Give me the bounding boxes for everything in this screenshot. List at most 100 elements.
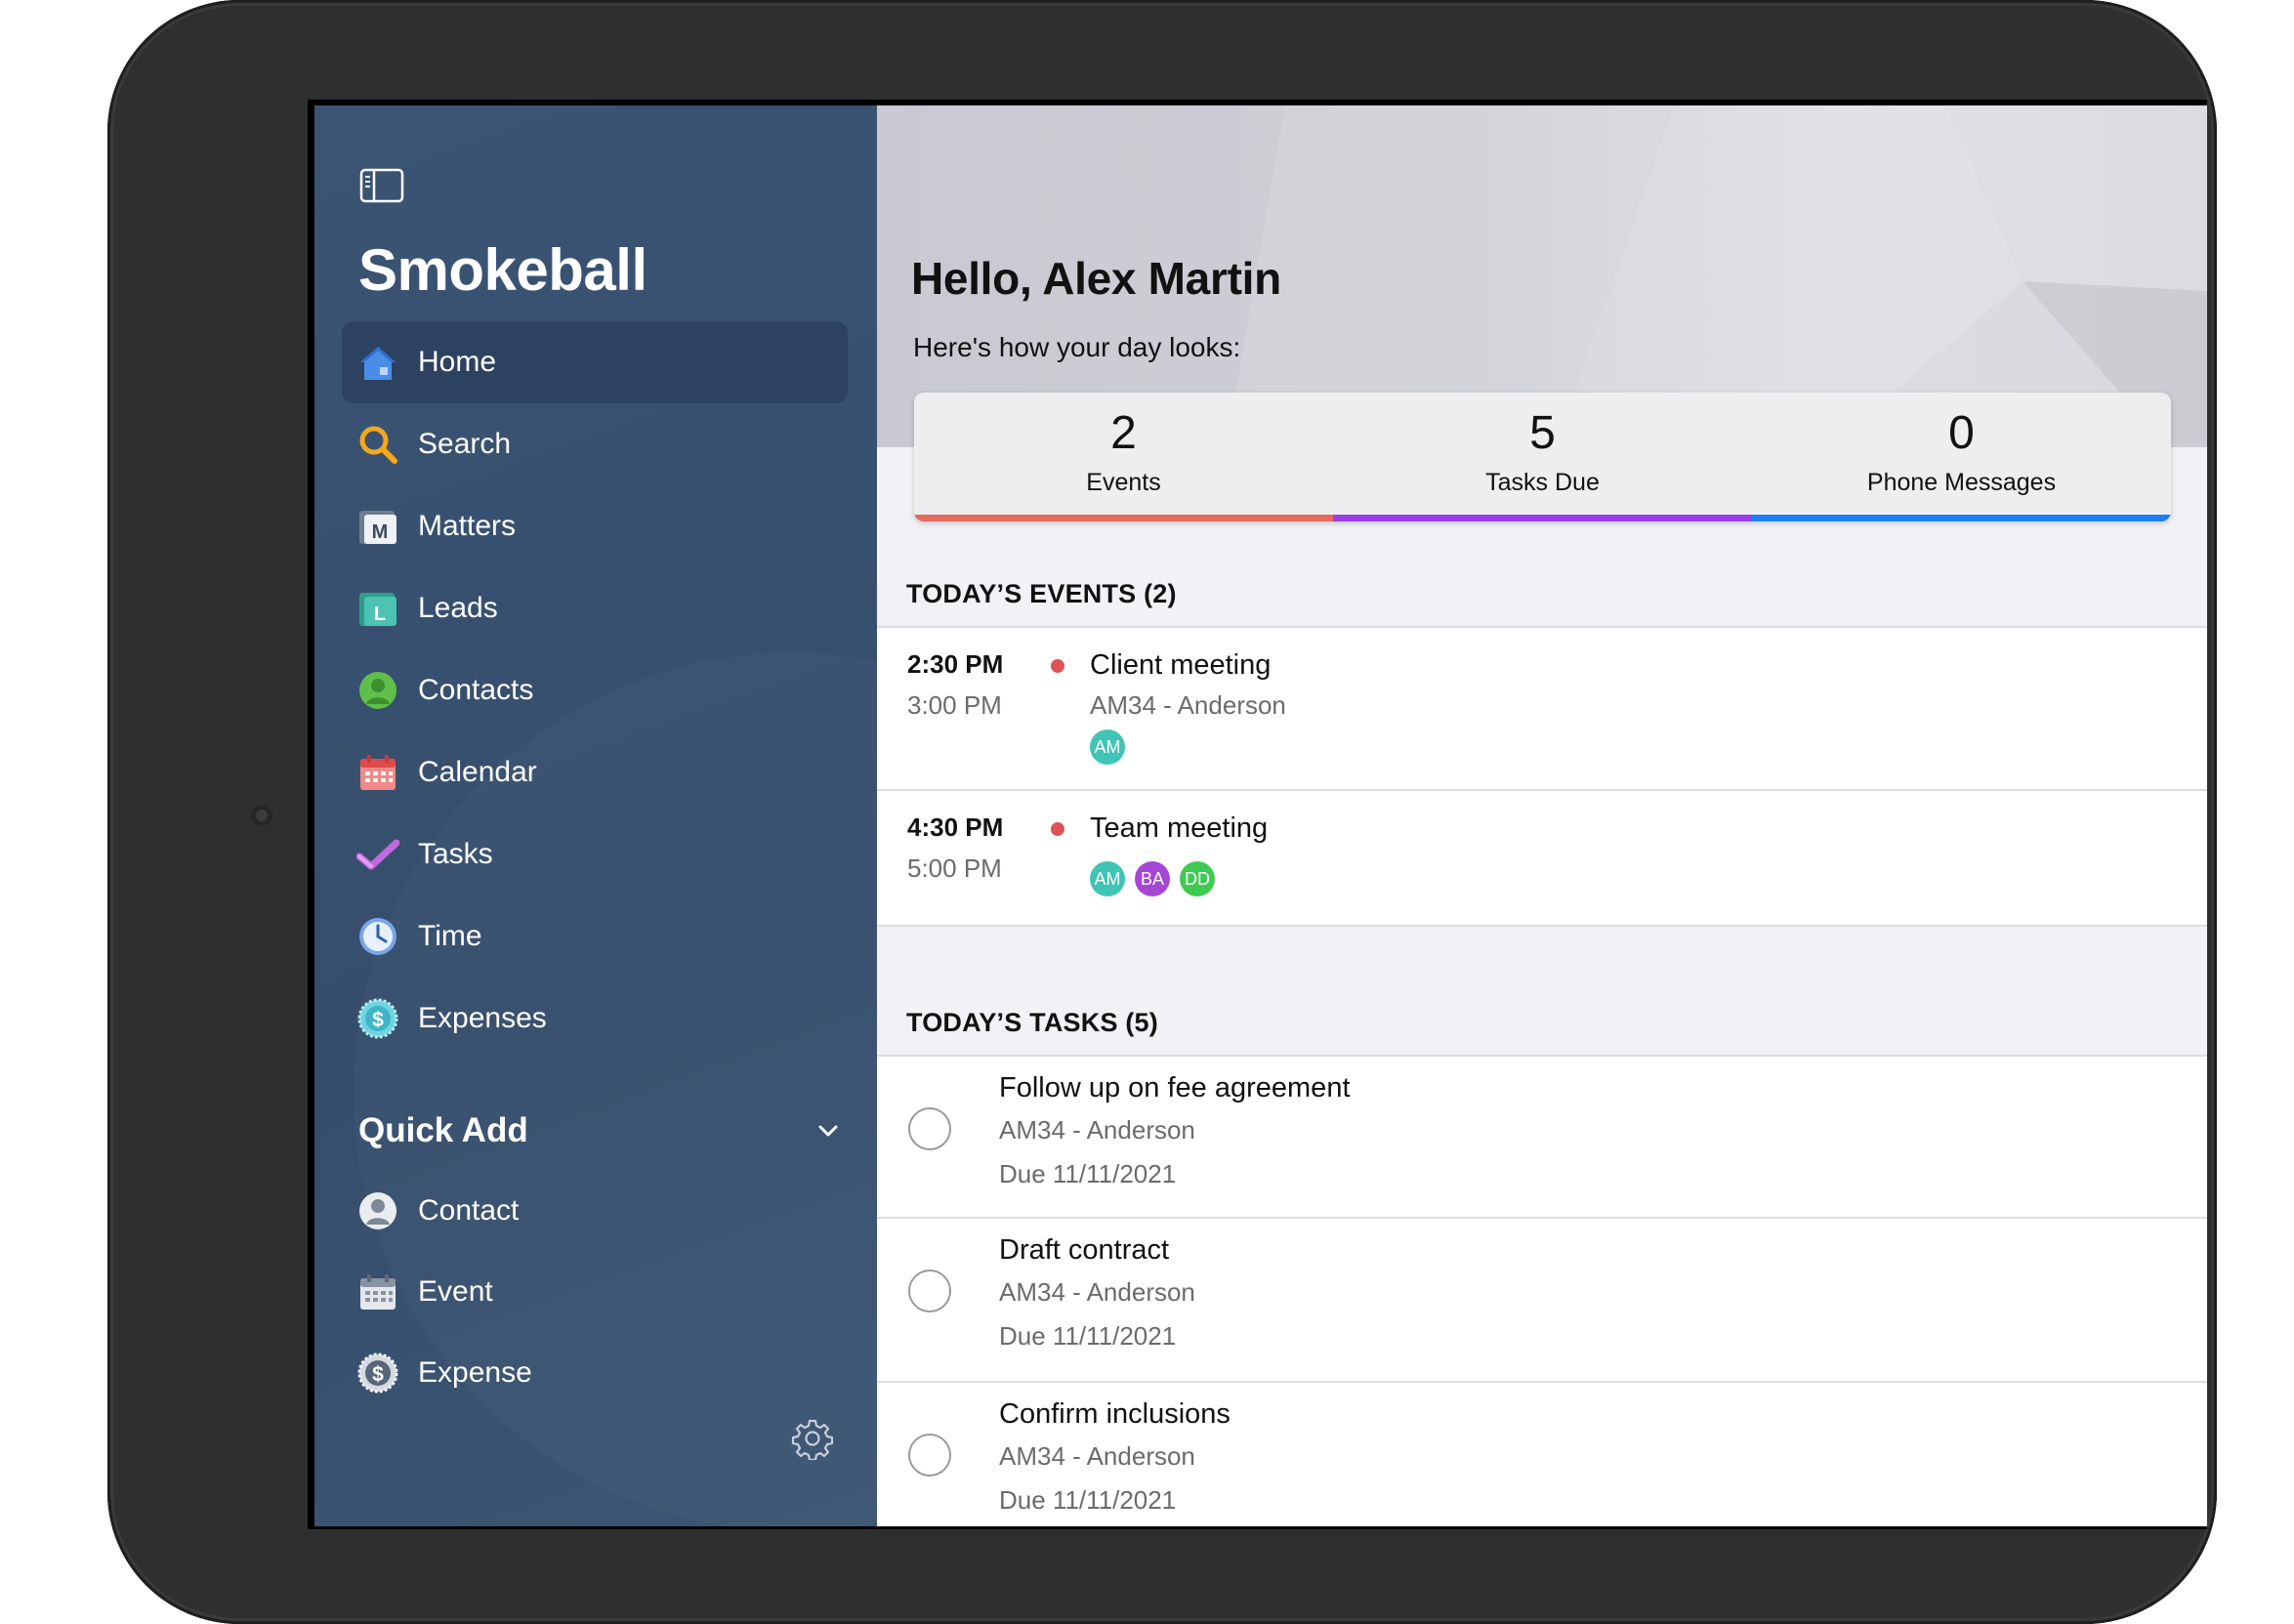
task-checkbox[interactable] (908, 1434, 951, 1477)
avatar: DD (1180, 861, 1215, 896)
main-panel: Hello, Alex Martin Here's how your day l… (877, 105, 2207, 1526)
event-row-team-meeting[interactable]: 4:30 PM 5:00 PM Team meeting AM BA DD (877, 791, 2207, 927)
sidebar-item-contacts[interactable]: Contacts (342, 649, 848, 731)
matters-icon: M (355, 504, 400, 549)
screen: Smokeball Home Search M Matters L Leads … (308, 100, 2207, 1529)
summary-label: Events (1086, 469, 1161, 496)
quick-add-expense[interactable]: $ Expense (355, 1332, 844, 1413)
task-matter: AM34 - Anderson (999, 1277, 1195, 1307)
event-start-time: 2:30 PM (907, 649, 1004, 679)
avatar: BA (1135, 861, 1170, 896)
task-due-date: Due 11/11/2021 (999, 1321, 1177, 1351)
task-due-date: Due 11/11/2021 (999, 1159, 1177, 1188)
quick-add-title: Quick Add (358, 1111, 528, 1149)
event-icon (355, 1270, 400, 1314)
quick-add-label: Event (418, 1274, 493, 1308)
sidebar: Smokeball Home Search M Matters L Leads … (314, 105, 877, 1526)
sidebar-item-label: Leads (418, 592, 498, 624)
task-title: Confirm inclusions (999, 1398, 1230, 1430)
event-attendees: AM BA DD (1090, 861, 1215, 896)
sidebar-item-label: Calendar (418, 756, 537, 788)
avatar: AM (1090, 729, 1125, 765)
sidebar-item-label: Expenses (418, 1002, 547, 1034)
summary-tasks-due[interactable]: 5 Tasks Due (1333, 393, 1752, 521)
summary-value: 5 (1529, 407, 1556, 459)
summary-bar (914, 515, 1333, 521)
sidebar-item-tasks[interactable]: Tasks (342, 813, 848, 895)
home-icon (355, 340, 400, 385)
events-list: 2:30 PM 3:00 PM Client meeting AM34 - An… (877, 626, 2207, 927)
event-status-dot (1051, 822, 1064, 836)
summary-value: 2 (1110, 407, 1137, 459)
event-row-client-meeting[interactable]: 2:30 PM 3:00 PM Client meeting AM34 - An… (877, 626, 2207, 791)
day-summary-card: 2 Events 5 Tasks Due 0 Phone Messages (914, 393, 2171, 521)
gear-icon[interactable] (791, 1417, 834, 1462)
summary-phone-messages[interactable]: 0 Phone Messages (1752, 393, 2171, 521)
task-checkbox[interactable] (908, 1270, 951, 1312)
svg-text:L: L (374, 604, 386, 625)
sidebar-item-label: Matters (418, 510, 517, 542)
tasks-list: Follow up on fee agreement AM34 - Anders… (877, 1055, 2207, 1526)
task-row[interactable]: Confirm inclusions AM34 - Anderson Due 1… (877, 1383, 2207, 1526)
summary-bar (1333, 515, 1752, 521)
greeting-title: Hello, Alex Martin (911, 253, 1281, 304)
task-row[interactable]: Follow up on fee agreement AM34 - Anders… (877, 1055, 2207, 1219)
sidebar-item-label: Home (418, 346, 497, 378)
quick-add-contact[interactable]: Contact (355, 1170, 844, 1251)
greeting-subtitle: Here's how your day looks: (913, 332, 1241, 362)
task-title: Draft contract (999, 1234, 1170, 1266)
tablet-frame: Smokeball Home Search M Matters L Leads … (107, 0, 2217, 1624)
tasks-icon (355, 832, 400, 877)
sidebar-item-calendar[interactable]: Calendar (342, 731, 848, 813)
sidebar-item-matters[interactable]: M Matters (342, 485, 848, 567)
event-status-dot (1051, 659, 1064, 673)
sidebar-toggle-icon[interactable] (359, 168, 404, 203)
leads-icon: L (355, 586, 400, 631)
brand-title: Smokeball (358, 237, 647, 303)
sidebar-item-search[interactable]: Search (342, 403, 848, 485)
event-end-time: 5:00 PM (907, 854, 1002, 883)
svg-text:M: M (372, 521, 389, 543)
sidebar-item-label: Tasks (418, 838, 493, 870)
quick-add-label: Expense (418, 1355, 532, 1389)
quick-add-list: Contact Event $ Expense (355, 1170, 844, 1413)
expense-icon: $ (355, 1351, 400, 1395)
calendar-icon (355, 750, 400, 795)
sidebar-item-time[interactable]: Time (342, 895, 848, 978)
event-start-time: 4:30 PM (907, 812, 1004, 842)
task-checkbox[interactable] (908, 1107, 951, 1150)
sidebar-item-label: Contacts (418, 674, 534, 706)
task-title: Follow up on fee agreement (999, 1072, 1351, 1103)
event-title: Client meeting (1090, 649, 1272, 681)
sidebar-nav: Home Search M Matters L Leads Contacts C… (342, 321, 848, 1060)
event-matter: AM34 - Anderson (1090, 690, 1286, 720)
search-icon (355, 422, 400, 467)
task-matter: AM34 - Anderson (999, 1441, 1195, 1471)
summary-bar (1752, 515, 2171, 521)
events-section-title: TODAY’S EVENTS (2) (906, 579, 1177, 608)
sidebar-item-label: Search (418, 428, 512, 460)
summary-events[interactable]: 2 Events (914, 393, 1333, 521)
task-matter: AM34 - Anderson (999, 1115, 1195, 1145)
summary-value: 0 (1948, 407, 1975, 459)
quick-add-toggle[interactable]: Quick Add (358, 1102, 847, 1160)
avatar: AM (1090, 861, 1125, 896)
contact-icon (355, 1188, 400, 1233)
sidebar-item-leads[interactable]: L Leads (342, 567, 848, 649)
quick-add-label: Contact (418, 1193, 520, 1227)
camera (251, 805, 272, 826)
summary-label: Tasks Due (1485, 469, 1600, 496)
svg-text:$: $ (372, 1009, 384, 1031)
event-attendees: AM (1090, 729, 1125, 765)
clock-icon (355, 914, 400, 959)
event-end-time: 3:00 PM (907, 690, 1002, 720)
tasks-section-title: TODAY’S TASKS (5) (906, 1008, 1158, 1037)
expenses-icon: $ (355, 996, 400, 1041)
task-row[interactable]: Draft contract AM34 - Anderson Due 11/11… (877, 1219, 2207, 1383)
sidebar-item-expenses[interactable]: $ Expenses (342, 978, 848, 1060)
sidebar-item-home[interactable]: Home (342, 321, 848, 403)
task-due-date: Due 11/11/2021 (999, 1485, 1177, 1515)
quick-add-event[interactable]: Event (355, 1251, 844, 1332)
contacts-icon (355, 668, 400, 713)
event-title: Team meeting (1090, 812, 1269, 844)
